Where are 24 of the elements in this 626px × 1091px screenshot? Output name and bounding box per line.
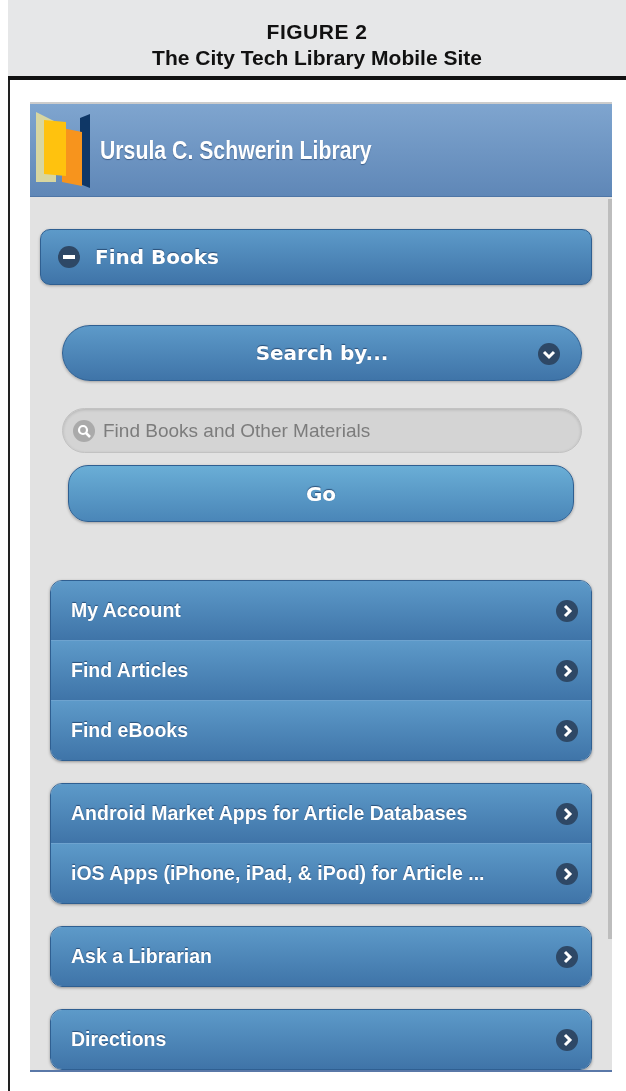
library-title: Ursula C. Schwerin Library bbox=[100, 135, 372, 165]
chevron-right-icon bbox=[555, 944, 579, 969]
minus-icon bbox=[57, 245, 81, 269]
chevron-right-icon bbox=[555, 718, 579, 743]
search-by-select[interactable]: Search by... bbox=[62, 325, 582, 381]
chevron-down-icon bbox=[537, 342, 561, 366]
menu-item[interactable]: My Account bbox=[51, 581, 591, 640]
menu-item[interactable]: iOS Apps (iPhone, iPad, & iPod) for Article ... bbox=[51, 843, 591, 903]
figure-number: FIGURE 2 bbox=[266, 20, 368, 44]
go-button[interactable]: Go bbox=[68, 465, 574, 522]
search-icon bbox=[72, 419, 96, 443]
chevron-right-icon bbox=[555, 598, 579, 623]
figure-title: The City Tech Library Mobile Site bbox=[152, 46, 482, 70]
find-books-header[interactable]: Find Books bbox=[40, 229, 592, 285]
menu-item[interactable]: Android Market Apps for Article Databases bbox=[51, 784, 591, 843]
chevron-right-icon bbox=[555, 1027, 579, 1052]
menu-item[interactable]: Find eBooks bbox=[51, 700, 591, 760]
menu-item[interactable]: Directions bbox=[51, 1010, 591, 1069]
menu-item[interactable]: Ask a Librarian bbox=[51, 927, 591, 986]
search-field[interactable]: Find Books and Other Materials bbox=[62, 408, 582, 453]
chevron-right-icon bbox=[555, 658, 579, 683]
menu-item[interactable]: Find Articles bbox=[51, 640, 591, 700]
chevron-right-icon bbox=[555, 801, 579, 826]
chevron-right-icon bbox=[555, 861, 579, 886]
